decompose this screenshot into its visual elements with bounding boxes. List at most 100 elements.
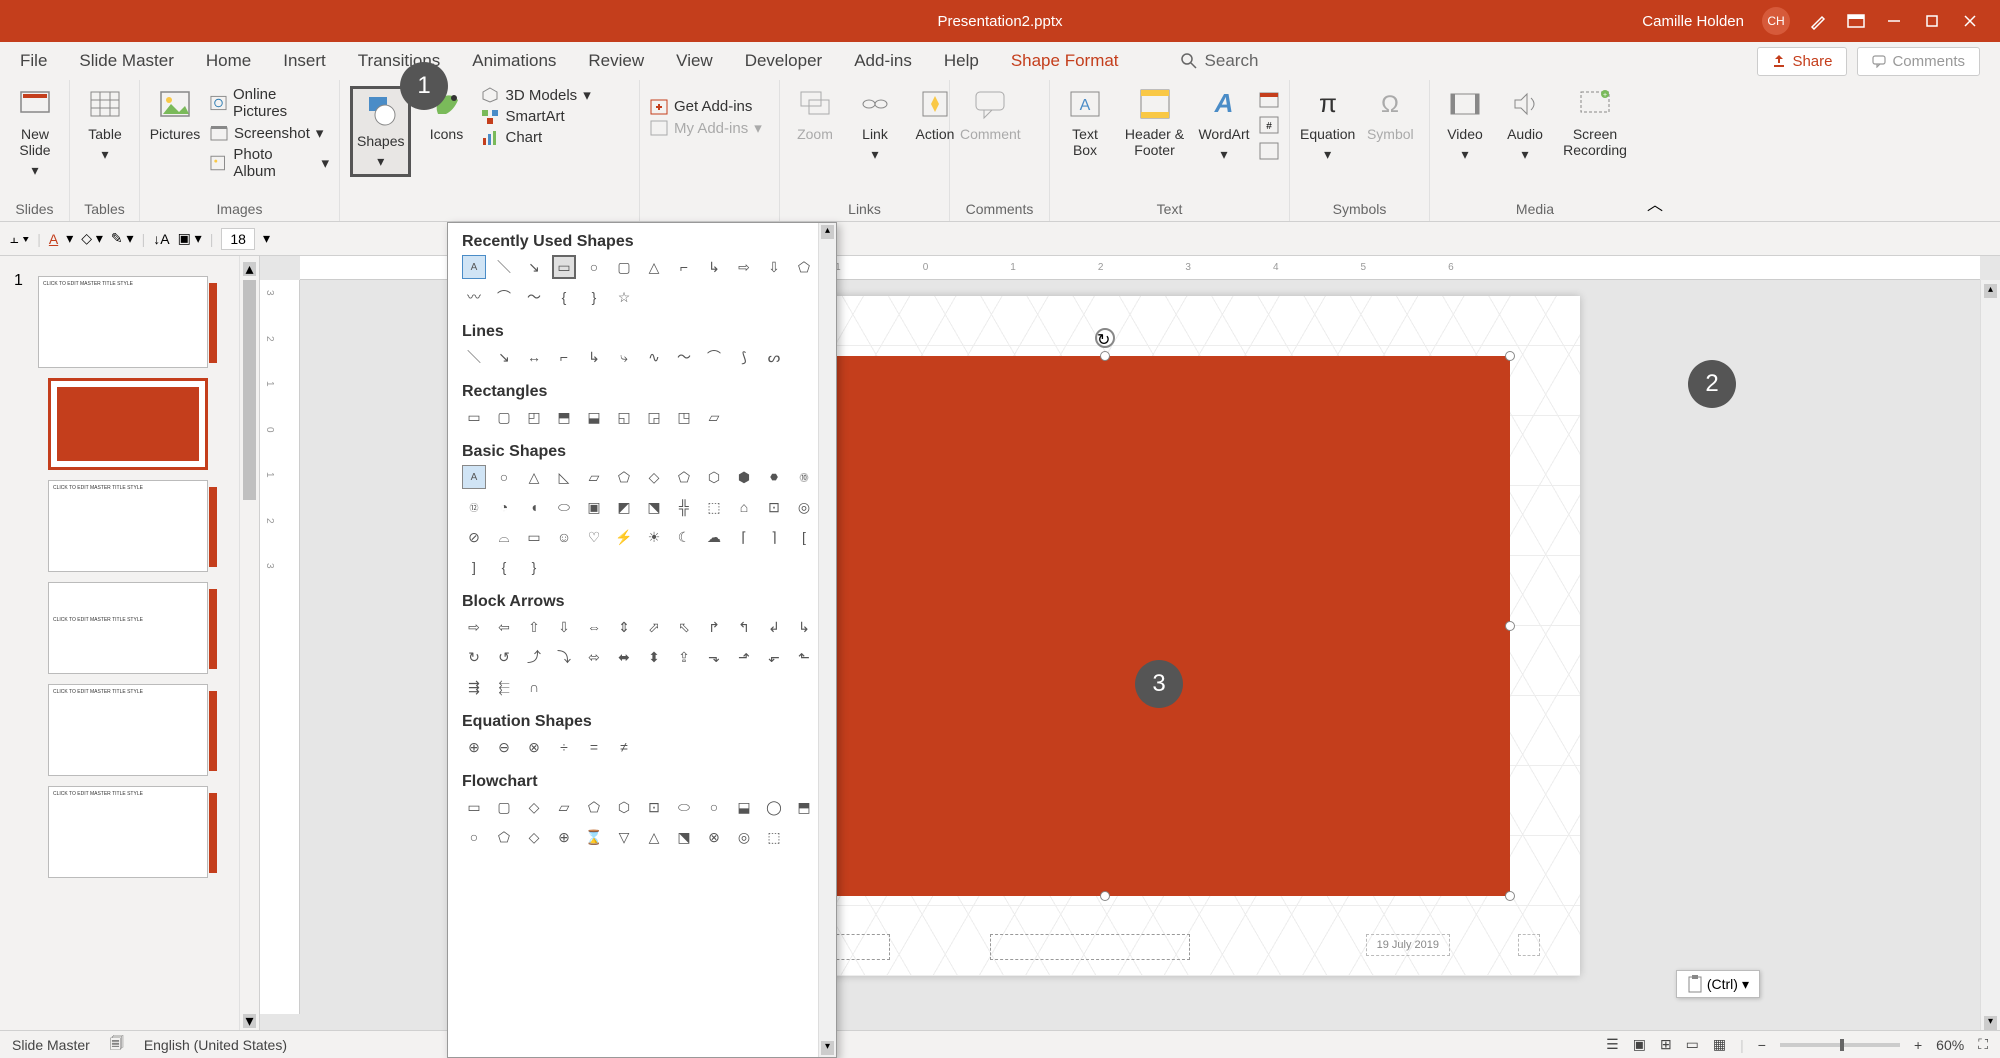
shape-arrow-item[interactable]: ⇨ [462,615,486,639]
shape-flow-item[interactable]: ▱ [552,795,576,819]
shape-arrow-item[interactable]: ⤵ [552,645,576,669]
shape-basic-item[interactable]: ▱ [582,465,606,489]
shape-textbox[interactable]: A [462,255,486,279]
link-button[interactable]: Link ▾ [850,86,900,163]
shape-flow-item[interactable]: ⬡ [612,795,636,819]
shape-eq-item[interactable]: ⊗ [522,735,546,759]
resize-handle[interactable] [1100,891,1110,901]
shape-right-arrow[interactable]: ⇨ [732,255,756,279]
smartart-button[interactable]: SmartArt [481,108,590,125]
shape-basic-item[interactable]: ⌂ [732,495,756,519]
shape-basic-item[interactable]: ╬ [672,495,696,519]
shape-arrow-item[interactable]: ⬄ [582,645,606,669]
shape-arrow-item[interactable]: ↲ [762,615,786,639]
slide-number-placeholder[interactable] [1518,934,1540,956]
tab-addins[interactable]: Add-ins [854,51,912,71]
draw-mode-icon[interactable] [1808,11,1828,31]
pictures-button[interactable]: Pictures [150,86,200,142]
shape-arrow-item[interactable]: ⬁ [672,615,696,639]
shape-eq-item[interactable]: ⊖ [492,735,516,759]
shape-basic-item[interactable]: ⓾ [792,465,816,489]
my-addins-button[interactable]: My Add-ins ▾ [650,119,762,137]
shape-basic-item[interactable]: A [462,465,486,489]
shape-rect-item[interactable]: ▱ [702,405,726,429]
resize-handle[interactable] [1505,891,1515,901]
resize-handle[interactable] [1505,351,1515,361]
minimize-button[interactable] [1884,11,1904,31]
shape-arrow-item[interactable]: ⇪ [672,645,696,669]
shape-basic-item[interactable]: △ [522,465,546,489]
tab-review[interactable]: Review [588,51,644,71]
shape-flow-item[interactable]: △ [642,825,666,849]
shape-basic-item[interactable]: } [522,555,546,579]
outline-icon[interactable]: ✎ ▾ [111,230,134,247]
shape-line-item[interactable]: ＼ [462,345,486,369]
shape-basic-item[interactable]: ☾ [672,525,696,549]
shape-basic-item[interactable]: ⊡ [762,495,786,519]
maximize-button[interactable] [1922,11,1942,31]
shape-callout[interactable]: ⬠ [792,255,816,279]
shape-line-item[interactable]: ↔ [522,345,546,369]
zoom-out-button[interactable]: − [1758,1037,1766,1053]
shape-rect-item[interactable]: ▭ [462,405,486,429]
thumbnail-master[interactable]: CLICK TO EDIT MASTER TITLE STYLE [38,276,208,368]
thumbnail-layout-3[interactable]: CLICK TO EDIT MASTER TITLE STYLE [48,582,208,674]
shape-basic-item[interactable]: ⑫ [462,495,486,519]
text-box-button[interactable]: A Text Box [1060,86,1110,158]
rotate-handle[interactable]: ↻ [1095,328,1115,348]
shape-basic-item[interactable]: ⬣ [762,465,786,489]
shape-flow-item[interactable]: ◎ [732,825,756,849]
shape-arc[interactable]: ⌒ [492,285,516,309]
tab-help[interactable]: Help [944,51,979,71]
new-slide-button[interactable]: New Slide ▾ [10,86,60,179]
shapes-button[interactable]: Shapes ▾ [350,86,411,177]
shape-arrow-item[interactable]: ⬎ [702,645,726,669]
font-size-input[interactable]: 18 [221,228,255,250]
footer-placeholder-2[interactable] [990,934,1190,960]
slide-number-icon[interactable]: # [1259,116,1279,134]
shape-line-item[interactable]: ⌒ [702,345,726,369]
zoom-slider[interactable] [1780,1043,1900,1047]
thumbnail-layout-4[interactable]: CLICK TO EDIT MASTER TITLE STYLE [48,684,208,776]
shape-arrow-item[interactable]: ⬐ [762,645,786,669]
shape-arrow-item[interactable]: ↺ [492,645,516,669]
shape-basic-item[interactable]: { [492,555,516,579]
shape-star[interactable]: ☆ [612,285,636,309]
object-icon[interactable] [1259,142,1279,160]
status-language[interactable]: English (United States) [144,1037,287,1053]
shape-basic-item[interactable]: ⬢ [732,465,756,489]
shape-line-item[interactable]: ∿ [642,345,666,369]
ribbon-display-icon[interactable] [1846,11,1866,31]
online-pictures-button[interactable]: Online Pictures [210,86,329,120]
chart-button[interactable]: Chart [481,129,590,146]
shape-flow-item[interactable]: ▭ [462,795,486,819]
shape-basic-item[interactable]: ⚡ [612,525,636,549]
notes-view-icon[interactable]: ☰ [1606,1036,1619,1053]
shape-arrow-item[interactable]: ⇧ [522,615,546,639]
shape-flow-item[interactable]: ◇ [522,795,546,819]
shape-eq-item[interactable]: ≠ [612,735,636,759]
shape-line-item[interactable]: ↘ [492,345,516,369]
shape-flow-item[interactable]: ◇ [522,825,546,849]
share-button[interactable]: Share [1757,47,1847,76]
shape-flow-item[interactable]: ▢ [492,795,516,819]
accessibility-icon[interactable]: 🗐 [110,1033,124,1057]
shape-elbow-arrow[interactable]: ↳ [702,255,726,279]
shape-eq-item[interactable]: = [582,735,606,759]
shape-arrow-item[interactable]: ⬑ [792,645,816,669]
shape-triangle[interactable]: △ [642,255,666,279]
shape-connector[interactable]: ⌐ [672,255,696,279]
shape-basic-item[interactable]: ♡ [582,525,606,549]
shape-basic-item[interactable]: ⬡ [702,465,726,489]
shape-flow-item[interactable]: ⬠ [582,795,606,819]
shape-arrow-item[interactable]: ↰ [732,615,756,639]
shape-line-item[interactable]: 〜 [672,345,696,369]
date-placeholder[interactable]: 19 July 2019 [1366,934,1450,956]
shape-line[interactable]: ＼ [492,255,516,279]
shape-basic-item[interactable]: ⬚ [702,495,726,519]
shape-line-item[interactable]: ⤷ [612,345,636,369]
zoom-level[interactable]: 60% [1936,1037,1964,1053]
shape-basic-item[interactable]: ◺ [552,465,576,489]
resize-handle[interactable] [1100,351,1110,361]
fit-to-window-icon[interactable]: ⛶ [1978,1036,1988,1053]
